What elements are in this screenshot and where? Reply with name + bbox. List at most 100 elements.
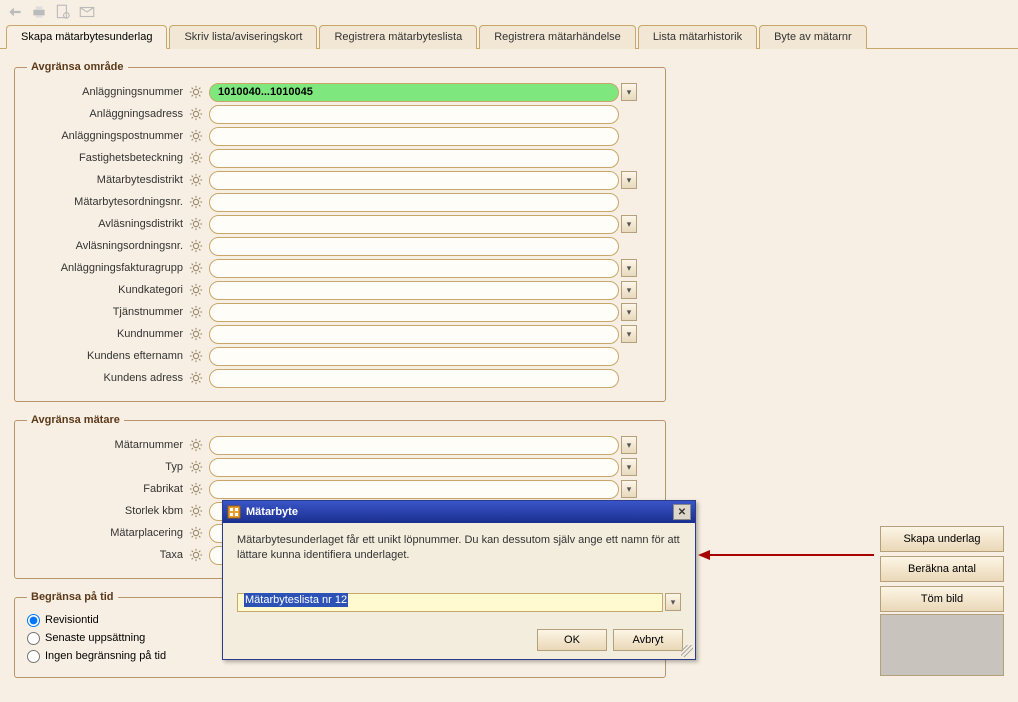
gear-icon[interactable] — [187, 325, 205, 343]
modal: Mätarbyte ✕ Mätarbytesunderlaget får ett… — [222, 500, 696, 660]
radio[interactable] — [27, 614, 40, 627]
area-row: Kundkategori — [27, 279, 653, 301]
area-input[interactable] — [209, 171, 619, 190]
area-input[interactable] — [209, 215, 619, 234]
tab-byte[interactable]: Byte av mätarnr — [759, 25, 867, 49]
area-input[interactable] — [209, 105, 619, 124]
meter-input[interactable] — [209, 436, 619, 455]
gear-icon[interactable] — [187, 237, 205, 255]
tab-historik[interactable]: Lista mätarhistorik — [638, 25, 757, 49]
area-label: Anläggningspostnummer — [27, 130, 187, 142]
modal-titlebar[interactable]: Mätarbyte ✕ — [223, 501, 695, 523]
meter-label: Taxa — [27, 549, 187, 561]
meter-input[interactable] — [209, 480, 619, 499]
modal-body: Mätarbytesunderlaget får ett unikt löpnu… — [223, 523, 695, 622]
btn-berakna-antal[interactable]: Beräkna antal — [880, 556, 1004, 582]
area-label: Kundens adress — [27, 372, 187, 384]
area-row: Mätarbytesordningsnr. — [27, 191, 653, 213]
gear-icon[interactable] — [187, 127, 205, 145]
meter-label: Fabrikat — [27, 483, 187, 495]
gear-icon[interactable] — [187, 347, 205, 365]
gear-icon[interactable] — [187, 502, 205, 520]
dropdown-button[interactable] — [621, 325, 637, 343]
toolbar — [0, 0, 1018, 24]
tab-skapa[interactable]: Skapa mätarbytesunderlag — [6, 25, 167, 49]
area-input[interactable] — [209, 237, 619, 256]
dropdown-button[interactable] — [621, 171, 637, 189]
dropdown-button[interactable] — [621, 259, 637, 277]
btn-skapa-underlag[interactable]: Skapa underlag — [880, 526, 1004, 552]
area-row: Fastighetsbeteckning — [27, 147, 653, 169]
area-input[interactable] — [209, 325, 619, 344]
area-input[interactable] — [209, 303, 619, 322]
gear-icon[interactable] — [187, 193, 205, 211]
resize-grip[interactable] — [681, 645, 693, 657]
area-label: Anläggningsfakturagrupp — [27, 262, 187, 274]
meter-input[interactable] — [209, 458, 619, 477]
area-row: Kundens adress — [27, 367, 653, 389]
gear-icon[interactable] — [187, 436, 205, 454]
gear-icon[interactable] — [187, 480, 205, 498]
tab-reg-lista[interactable]: Registrera mätarbyteslista — [319, 25, 477, 49]
gear-icon[interactable] — [187, 546, 205, 564]
area-input[interactable] — [209, 369, 619, 388]
doc-search-icon[interactable] — [54, 3, 72, 21]
gear-icon[interactable] — [187, 215, 205, 233]
tab-reg-handelse[interactable]: Registrera mätarhändelse — [479, 25, 636, 49]
cancel-button[interactable]: Avbryt — [613, 629, 683, 651]
modal-name-input[interactable]: Mätarbyteslista nr 12 — [237, 593, 663, 612]
close-icon[interactable]: ✕ — [673, 504, 691, 520]
area-label: Avläsningsordningsnr. — [27, 240, 187, 252]
btn-tom-bild[interactable]: Töm bild — [880, 586, 1004, 612]
side-buttons: Skapa underlag Beräkna antal Töm bild — [880, 526, 1004, 612]
dropdown-button[interactable] — [621, 436, 637, 454]
area-input[interactable] — [209, 127, 619, 146]
area-label: Mätarbytesdistrikt — [27, 174, 187, 186]
gear-icon[interactable] — [187, 458, 205, 476]
area-label: Kundens efternamn — [27, 350, 187, 362]
meter-row: Typ — [27, 456, 653, 478]
gear-icon[interactable] — [187, 303, 205, 321]
area-row: Kundnummer — [27, 323, 653, 345]
area-label: Avläsningsdistrikt — [27, 218, 187, 230]
radio[interactable] — [27, 632, 40, 645]
dropdown-button[interactable] — [621, 458, 637, 476]
nav-icon[interactable] — [6, 3, 24, 21]
meter-label: Typ — [27, 461, 187, 473]
gear-icon[interactable] — [187, 83, 205, 101]
gear-icon[interactable] — [187, 171, 205, 189]
area-input[interactable] — [209, 347, 619, 366]
meter-row: Mätarnummer — [27, 434, 653, 456]
gear-icon[interactable] — [187, 149, 205, 167]
area-row: Anläggningsnummer — [27, 81, 653, 103]
gear-icon[interactable] — [187, 524, 205, 542]
tab-skriv[interactable]: Skriv lista/aviseringskort — [169, 25, 317, 49]
area-input[interactable] — [209, 281, 619, 300]
radio[interactable] — [27, 650, 40, 663]
gear-icon[interactable] — [187, 369, 205, 387]
gear-icon[interactable] — [187, 281, 205, 299]
area-input[interactable] — [209, 83, 619, 102]
gear-icon[interactable] — [187, 105, 205, 123]
area-input[interactable] — [209, 149, 619, 168]
dropdown-button[interactable] — [621, 215, 637, 233]
dropdown-button[interactable] — [621, 83, 637, 101]
ok-button[interactable]: OK — [537, 629, 607, 651]
modal-input-dropdown[interactable] — [665, 593, 681, 611]
area-input[interactable] — [209, 259, 619, 278]
group-area-legend: Avgränsa område — [27, 61, 128, 73]
area-label: Anläggningsnummer — [27, 86, 187, 98]
mail-icon[interactable] — [78, 3, 96, 21]
time-option-label: Senaste uppsättning — [45, 632, 145, 644]
gear-icon[interactable] — [187, 259, 205, 277]
group-area: Avgränsa område Anläggningsnummer Anläggn… — [14, 61, 666, 402]
dropdown-button[interactable] — [621, 480, 637, 498]
area-row: Anläggningspostnummer — [27, 125, 653, 147]
group-time-legend: Begränsa på tid — [27, 591, 118, 603]
area-row: Anläggningsfakturagrupp — [27, 257, 653, 279]
print-icon[interactable] — [30, 3, 48, 21]
area-label: Kundkategori — [27, 284, 187, 296]
area-input[interactable] — [209, 193, 619, 212]
dropdown-button[interactable] — [621, 303, 637, 321]
dropdown-button[interactable] — [621, 281, 637, 299]
